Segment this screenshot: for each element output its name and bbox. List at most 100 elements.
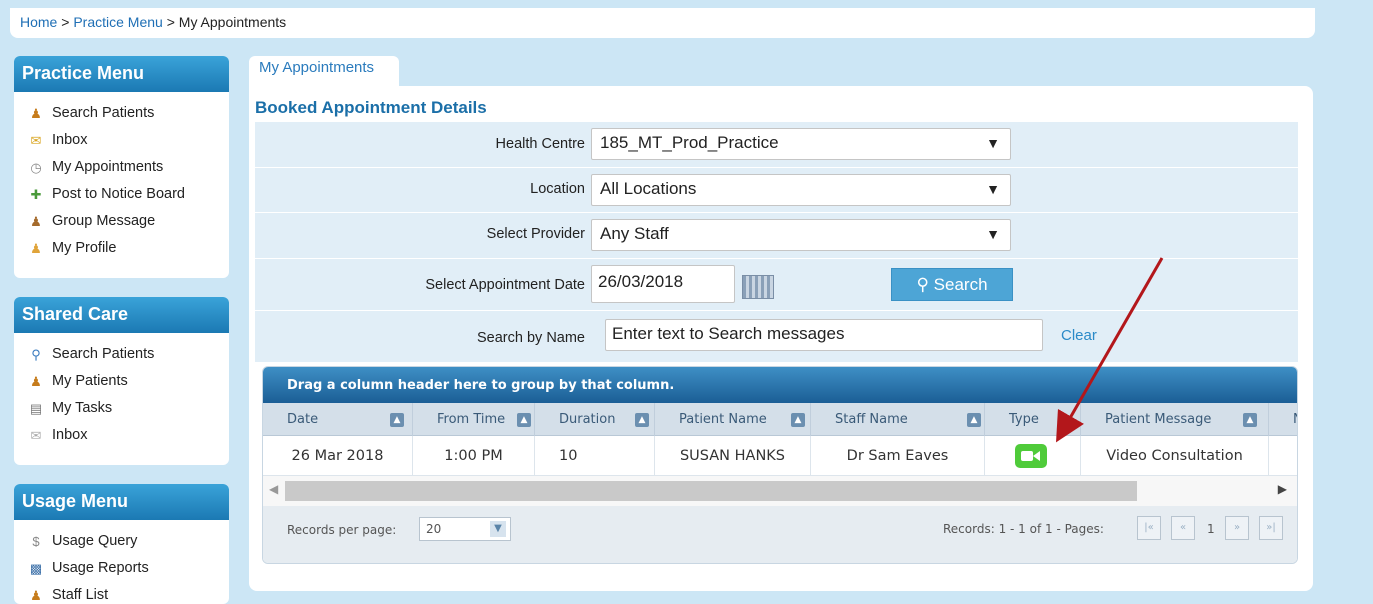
sidebar-item-usage-reports[interactable]: ▩ Usage Reports — [26, 555, 229, 582]
clock-icon: ◷ — [30, 160, 42, 175]
records-info: Records: 1 - 1 of 1 - Pages: — [943, 522, 1104, 536]
column-header-patient-name[interactable]: Patient Name ▲ — [655, 403, 811, 436]
search-button-label: Search — [933, 275, 988, 294]
column-label: Type — [1009, 412, 1039, 427]
sort-icon[interactable]: ▲ — [390, 413, 404, 427]
sidebar-item-search-patients[interactable]: ♟ Search Patients — [26, 100, 229, 127]
breadcrumb-separator: > — [57, 14, 74, 30]
prev-page-button[interactable]: « — [1171, 516, 1195, 540]
dropdown-arrow-icon: ▼ — [986, 135, 1000, 151]
section-title: Booked Appointment Details — [255, 98, 487, 117]
horizontal-scrollbar[interactable]: ◀ ▶ — [263, 476, 1297, 506]
sort-icon[interactable]: ▲ — [1243, 413, 1257, 427]
chart-icon: ▩ — [29, 561, 43, 576]
date-label: Select Appointment Date — [425, 277, 585, 293]
cell-patient-name: SUSAN HANKS — [655, 436, 811, 476]
people-icon: ♟ — [30, 374, 42, 389]
appointments-grid: Drag a column header here to group by th… — [262, 366, 1298, 564]
grid-pager: Records per page: 20 ▼ Records: 1 - 1 of … — [263, 506, 1297, 563]
name-search-input[interactable]: Enter text to Search messages — [605, 319, 1043, 351]
clear-link[interactable]: Clear — [1061, 327, 1097, 344]
search-button[interactable]: ⚲ Search — [891, 268, 1013, 301]
scroll-left-icon[interactable]: ◀ — [269, 482, 278, 496]
post-icon: ✚ — [30, 187, 42, 202]
provider-row: Select Provider Any Staff ▼ — [255, 213, 1298, 259]
cell-patient-message: Video Consultation — [1081, 436, 1269, 476]
sidebar-item-label: Usage Query — [52, 533, 138, 549]
health-centre-value: 185_MT_Prod_Practice — [600, 133, 779, 152]
breadcrumb-home-link[interactable]: Home — [20, 14, 57, 30]
sort-icon[interactable]: ▲ — [967, 413, 981, 427]
table-row[interactable]: 26 Mar 2018 1:00 PM 10 SUSAN HANKS Dr Sa… — [263, 436, 1297, 476]
profile-icon: ♟ — [30, 241, 42, 256]
tab-my-appointments[interactable]: My Appointments — [249, 56, 399, 88]
column-header-duration[interactable]: Duration ▲ — [535, 403, 655, 436]
sidebar-item-inbox[interactable]: ✉ Inbox — [26, 127, 229, 154]
cell-from-time: 1:00 PM — [413, 436, 535, 476]
health-centre-label: Health Centre — [495, 136, 585, 152]
breadcrumb-separator: > — [162, 14, 179, 30]
sort-icon[interactable]: ▲ — [791, 413, 805, 427]
column-header-from-time[interactable]: From Time ▲ — [413, 403, 535, 436]
search-user-icon: ⚲ — [31, 347, 41, 362]
records-per-page-select[interactable]: 20 ▼ — [419, 517, 511, 541]
sidebar-item-label: Inbox — [52, 132, 88, 148]
column-header-type[interactable]: Type — [985, 403, 1081, 436]
column-header-truncated[interactable]: N — [1269, 403, 1297, 436]
practice-menu-panel: Practice Menu ♟ Search Patients ✉ Inbox ◷ M… — [14, 56, 229, 278]
sidebar-item-my-appointments[interactable]: ◷ My Appointments — [26, 154, 229, 181]
dropdown-arrow-icon: ▼ — [986, 226, 1000, 242]
video-camera-icon[interactable] — [1015, 444, 1047, 468]
sidebar-item-label: My Appointments — [52, 159, 164, 175]
next-page-button[interactable]: » — [1225, 516, 1249, 540]
location-value: All Locations — [600, 179, 697, 198]
envelope-icon: ✉ — [30, 428, 42, 443]
group-icon: ♟ — [30, 214, 42, 229]
column-header-patient-message[interactable]: Patient Message ▲ — [1081, 403, 1269, 436]
sidebar-item-staff-list[interactable]: ♟ Staff List — [26, 582, 229, 604]
provider-select[interactable]: Any Staff ▼ — [591, 219, 1011, 251]
envelope-icon: ✉ — [30, 133, 42, 148]
column-header-date[interactable]: Date ▲ — [263, 403, 413, 436]
breadcrumb: Home > Practice Menu > My Appointments — [10, 8, 1315, 38]
first-page-button[interactable]: |« — [1137, 516, 1161, 540]
sidebar-item-my-tasks[interactable]: ▤ My Tasks — [26, 395, 229, 422]
health-centre-select[interactable]: 185_MT_Prod_Practice ▼ — [591, 128, 1011, 160]
scroll-thumb[interactable] — [285, 481, 1137, 501]
sidebar-item-my-patients[interactable]: ♟ My Patients — [26, 368, 229, 395]
provider-value: Any Staff — [600, 224, 669, 243]
scroll-right-icon[interactable]: ▶ — [1278, 482, 1287, 496]
sidebar-item-shared-inbox[interactable]: ✉ Inbox — [26, 422, 229, 449]
group-by-drop-area[interactable]: Drag a column header here to group by th… — [263, 367, 1297, 403]
sort-icon[interactable]: ▲ — [517, 413, 531, 427]
column-header-staff-name[interactable]: Staff Name ▲ — [811, 403, 985, 436]
calendar-icon[interactable] — [742, 275, 774, 299]
location-select[interactable]: All Locations ▼ — [591, 174, 1011, 206]
sidebar-item-post-notice-board[interactable]: ✚ Post to Notice Board — [26, 181, 229, 208]
provider-label: Select Provider — [486, 226, 585, 242]
date-row: Select Appointment Date 26/03/2018 ⚲ Sea… — [255, 259, 1298, 311]
main-panel: Booked Appointment Details Health Centre… — [249, 86, 1313, 591]
column-label: From Time — [437, 412, 506, 427]
last-page-button[interactable]: »| — [1259, 516, 1283, 540]
column-label: Patient Message — [1105, 412, 1212, 427]
grid-header: Date ▲ From Time ▲ Duration ▲ Patient Name ▲… — [263, 403, 1297, 436]
sidebar-item-label: Search Patients — [52, 346, 155, 362]
sidebar-item-label: Inbox — [52, 427, 88, 443]
sidebar-item-my-profile[interactable]: ♟ My Profile — [26, 235, 229, 262]
breadcrumb-practice-link[interactable]: Practice Menu — [73, 14, 162, 30]
records-per-page-value: 20 — [426, 522, 442, 536]
sidebar-item-shared-search-patients[interactable]: ⚲ Search Patients — [26, 341, 229, 368]
chevron-down-icon[interactable]: ▼ — [490, 521, 506, 537]
sidebar-item-label: Search Patients — [52, 105, 155, 121]
location-row: Location All Locations ▼ — [255, 168, 1298, 213]
appointment-date-input[interactable]: 26/03/2018 — [591, 265, 735, 303]
search-icon: ⚲ — [916, 275, 934, 294]
sidebar-item-usage-query[interactable]: $ Usage Query — [26, 528, 229, 555]
sidebar-item-label: Post to Notice Board — [52, 186, 185, 202]
sidebar-item-label: My Patients — [52, 373, 128, 389]
records-per-page-label: Records per page: — [287, 523, 397, 537]
sort-icon[interactable]: ▲ — [635, 413, 649, 427]
column-label: Patient Name — [679, 412, 767, 427]
sidebar-item-group-message[interactable]: ♟ Group Message — [26, 208, 229, 235]
